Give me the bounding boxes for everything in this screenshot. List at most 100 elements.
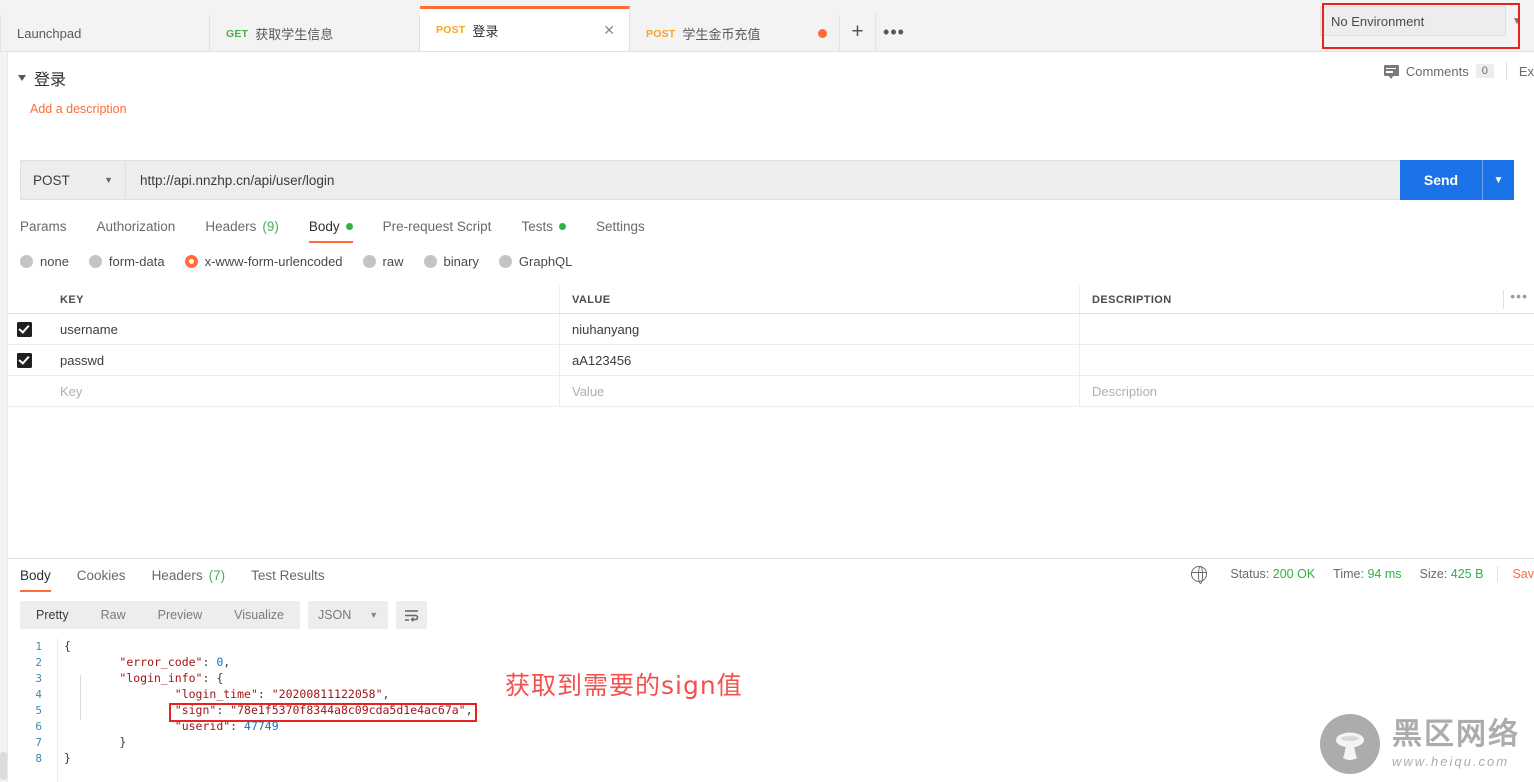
status-value: 200 OK — [1272, 567, 1316, 581]
comments-button[interactable]: Comments 0 — [1383, 64, 1506, 79]
tab-headers[interactable]: Headers (9) — [190, 213, 294, 243]
response-toolbar: Pretty Raw Preview Visualize JSON ▼ — [20, 601, 428, 629]
tab-label: Settings — [595, 219, 645, 234]
body-type-label: x-www-form-urlencoded — [204, 254, 343, 269]
response-meta: Status: 200 OK Time: 94 ms Size: 425 B S… — [1190, 565, 1534, 584]
bulk-edit-icon[interactable]: ••• — [1510, 288, 1528, 304]
view-mode-preview[interactable]: Preview — [142, 601, 218, 629]
tab-method-badge: POST — [436, 24, 466, 36]
header-value: VALUE — [560, 286, 1080, 313]
row-value[interactable]: aA123456 — [560, 345, 1080, 375]
send-button[interactable]: Send — [1400, 160, 1482, 200]
table-row-empty[interactable]: Key Value Description — [0, 376, 1534, 407]
code-text: "userid": 47749 — [174, 719, 279, 733]
tab-login[interactable]: POST 登录 ✕ — [420, 6, 630, 51]
body-type-graphql[interactable]: GraphQL — [498, 254, 573, 269]
tab-label: 登录 — [472, 23, 499, 39]
tab-label: 学生金币充值 — [682, 27, 761, 42]
tab-launchpad[interactable]: Launchpad — [0, 13, 210, 51]
environment-select[interactable]: No Environment — [1320, 6, 1506, 36]
tab-label: Headers — [205, 219, 257, 234]
body-type-label: GraphQL — [518, 254, 573, 269]
tab-label: Headers — [151, 568, 203, 583]
view-mode-raw[interactable]: Raw — [85, 601, 142, 629]
tab-tests[interactable]: Tests — [506, 213, 581, 243]
tab-label: Launchpad — [17, 26, 82, 41]
tab-method-badge: GET — [226, 27, 249, 40]
chevron-down-icon: ▼ — [369, 610, 379, 620]
save-response-button[interactable]: Sav — [1498, 567, 1534, 581]
row-value[interactable]: niuhanyang — [560, 314, 1080, 344]
response-section-tabs: Body Cookies Headers (7) Test Results — [10, 562, 338, 592]
body-type-none[interactable]: none — [20, 254, 69, 269]
table-row[interactable]: passwd aA123456 — [0, 345, 1534, 376]
tab-label: Body — [308, 219, 340, 234]
body-type-urlencoded[interactable]: x-www-form-urlencoded — [184, 254, 343, 269]
view-mode-visualize[interactable]: Visualize — [218, 601, 300, 629]
checkbox-checked-icon[interactable] — [16, 321, 32, 337]
radio-icon-selected — [184, 255, 198, 268]
tab-get-student-info[interactable]: GET 获取学生信息 — [210, 13, 420, 51]
tab-params[interactable]: Params — [20, 213, 82, 243]
url-input[interactable]: http://api.nnzhp.cn/api/user/login — [125, 160, 1514, 200]
has-content-indicator-icon — [558, 223, 566, 230]
new-description-input[interactable]: Description — [1080, 376, 1534, 406]
tab-settings[interactable]: Settings — [581, 213, 660, 243]
postman-window: Launchpad GET 获取学生信息 POST 登录 ✕ POST 学生金币… — [0, 0, 1534, 782]
examples-button[interactable]: Ex — [1507, 64, 1534, 79]
response-tab-body[interactable]: Body — [10, 562, 64, 592]
new-value-input[interactable]: Value — [560, 376, 1080, 406]
code-text: "login_info": { — [119, 671, 224, 685]
row-key[interactable]: username — [48, 314, 560, 344]
tab-label: Test Results — [251, 568, 325, 583]
radio-icon — [20, 255, 33, 268]
tab-label: 获取学生信息 — [255, 27, 334, 42]
tab-pre-request-script[interactable]: Pre-request Script — [368, 213, 507, 243]
mushroom-logo-icon — [1320, 714, 1380, 774]
tab-authorization[interactable]: Authorization — [82, 213, 191, 243]
response-tab-headers[interactable]: Headers (7) — [139, 562, 239, 592]
send-options-chevron-icon[interactable]: ▼ — [1482, 160, 1514, 200]
response-view-modes: Pretty Raw Preview Visualize — [20, 601, 300, 629]
code-text: "login_time": "20200811122058", — [174, 687, 390, 701]
chevron-down-icon[interactable] — [18, 75, 26, 81]
checkbox-checked-icon[interactable] — [16, 352, 32, 368]
table-row[interactable]: username niuhanyang — [0, 314, 1534, 345]
request-tab-bar: Launchpad GET 获取学生信息 POST 登录 ✕ POST 学生金币… — [0, 0, 1534, 52]
tab-body[interactable]: Body — [294, 213, 368, 243]
response-format-select[interactable]: JSON ▼ — [307, 601, 389, 629]
header-key: KEY — [48, 286, 560, 313]
tab-method-badge: POST — [646, 27, 676, 40]
new-tab-button[interactable]: + — [840, 13, 876, 51]
body-type-binary[interactable]: binary — [423, 254, 479, 269]
table-header-row: KEY VALUE DESCRIPTION ••• — [0, 286, 1534, 314]
annotation-text: 获取到需要的sign值 — [505, 671, 743, 700]
response-tab-test-results[interactable]: Test Results — [238, 562, 338, 592]
body-type-form-data[interactable]: form-data — [88, 254, 165, 269]
tab-label: Body — [20, 568, 51, 583]
size-badge: Size: 425 B — [1411, 567, 1493, 581]
unsaved-changes-icon — [818, 29, 827, 38]
response-tab-cookies[interactable]: Cookies — [64, 562, 139, 592]
code-text: } — [64, 735, 127, 749]
response-body-code[interactable]: 1{2 "error_code": 0, 3 "login_info": {4 "… — [0, 638, 1534, 782]
row-description[interactable] — [1080, 314, 1534, 344]
chevron-down-icon[interactable]: ▼ — [1506, 16, 1528, 27]
add-description-link[interactable]: Add a description — [30, 102, 1534, 116]
view-mode-pretty[interactable]: Pretty — [20, 601, 85, 629]
close-icon[interactable]: ✕ — [601, 23, 617, 37]
body-type-raw[interactable]: raw — [362, 254, 404, 269]
send-button-group: Send ▼ — [1400, 160, 1514, 200]
request-header-actions: Comments 0 Ex — [1383, 62, 1534, 80]
row-description[interactable] — [1080, 345, 1534, 375]
new-key-input[interactable]: Key — [48, 376, 560, 406]
code-fold-guide — [80, 675, 81, 720]
scrollbar-thumb[interactable] — [0, 752, 7, 780]
tab-student-coin-recharge[interactable]: POST 学生金币充值 — [630, 13, 840, 51]
url-value: http://api.nnzhp.cn/api/user/login — [140, 172, 335, 188]
wrap-lines-button[interactable] — [396, 601, 428, 629]
header-description: DESCRIPTION — [1092, 293, 1172, 306]
row-key[interactable]: passwd — [48, 345, 560, 375]
http-method-select[interactable]: POST ▼ — [20, 160, 125, 200]
tab-options-icon[interactable]: ••• — [876, 13, 912, 51]
